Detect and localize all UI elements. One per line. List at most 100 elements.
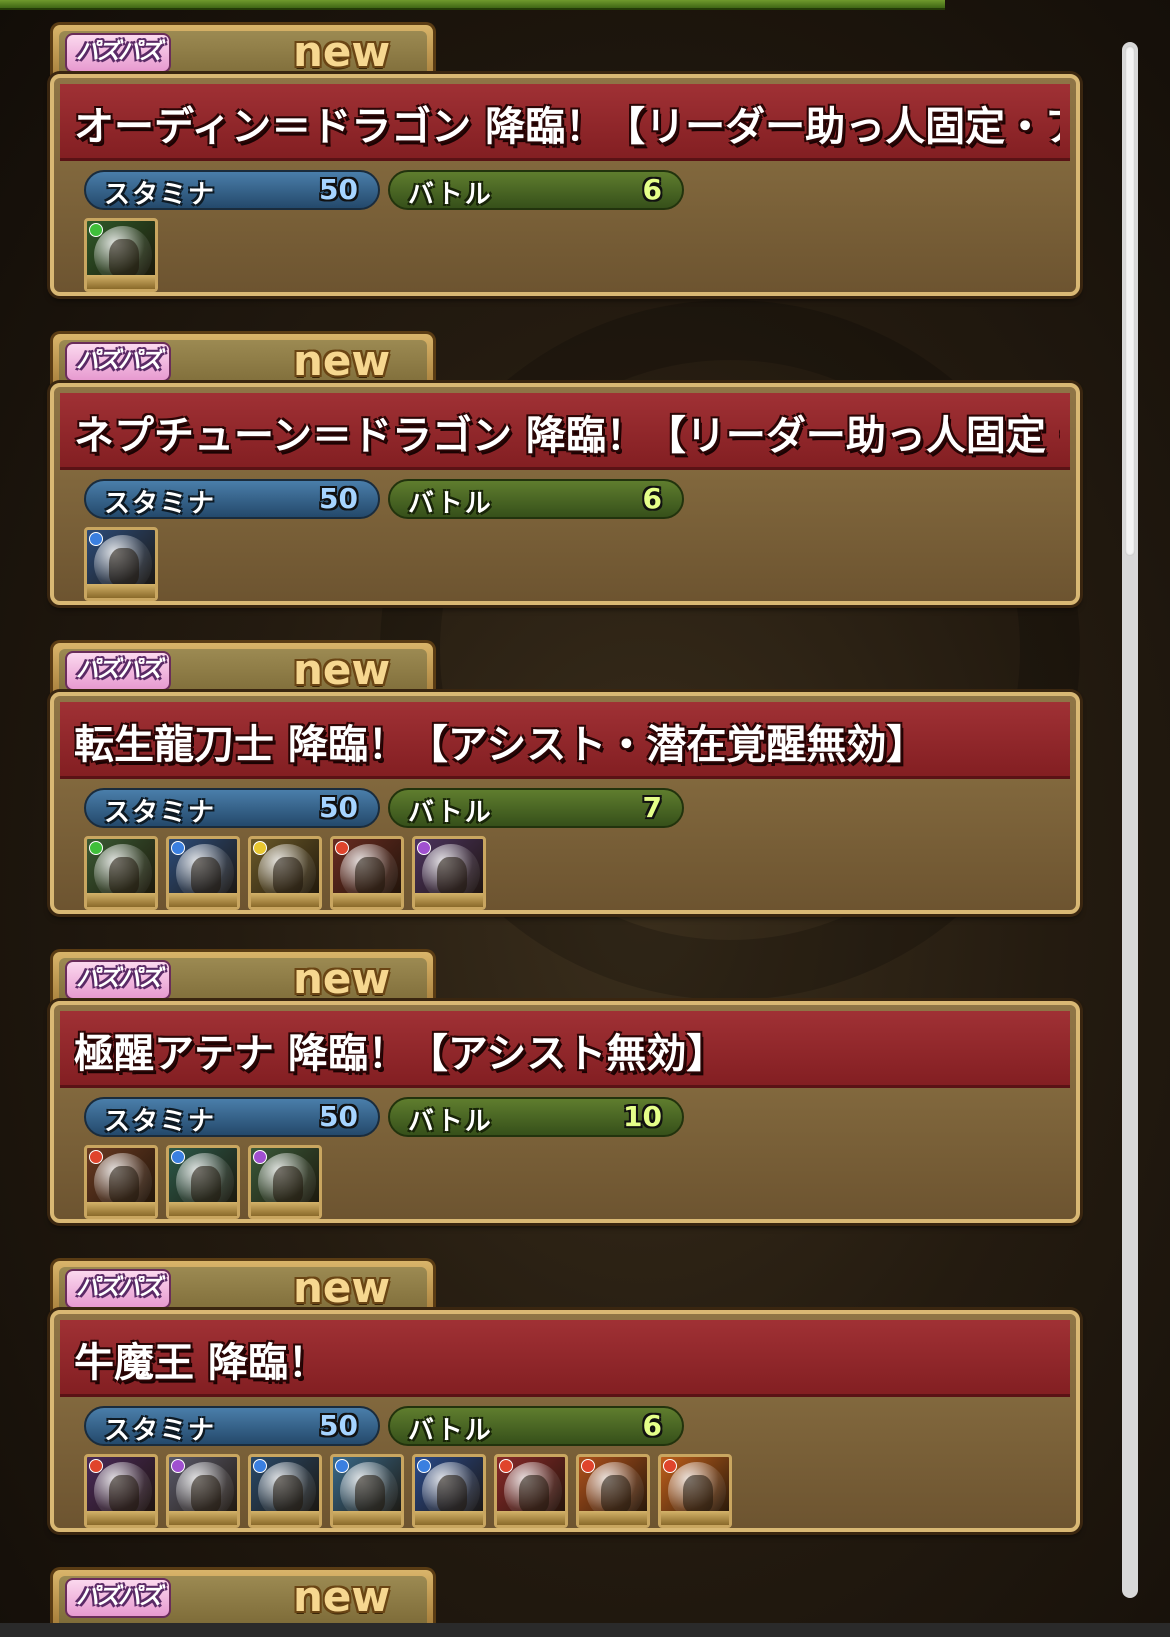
dungeon-panel[interactable]: 極醒アテナ 降臨！【アシスト無効】 スタミナ 50 バトル 10 xyxy=(50,1001,1080,1223)
blue-swordsman-icon[interactable] xyxy=(166,836,240,910)
monster-figure xyxy=(519,1475,549,1513)
monster-figure xyxy=(109,548,139,586)
dungeon-card[interactable]: パズパズ new 牛魔王 降臨！ スタミナ 50 バトル 6 xyxy=(50,1258,1080,1538)
attribute-orb-icon xyxy=(171,841,185,855)
attribute-orb-icon xyxy=(89,532,103,546)
dungeon-panel[interactable]: 牛魔王 降臨！ スタミナ 50 バトル 6 xyxy=(50,1310,1080,1532)
new-badge: new xyxy=(293,336,391,385)
blue-dragon-warrior-icon[interactable] xyxy=(248,1454,322,1528)
stamina-label: スタミナ xyxy=(104,489,217,519)
stamina-label: スタミナ xyxy=(104,1107,217,1137)
stamina-value: 50 xyxy=(319,482,358,515)
battle-value: 7 xyxy=(642,791,662,824)
icon-frame-base xyxy=(87,1202,155,1216)
new-badge: new xyxy=(293,1572,391,1621)
pazupazu-logo: パズパズ xyxy=(65,342,171,382)
monster-figure xyxy=(437,1475,467,1513)
battle-pill: バトル 10 xyxy=(388,1097,684,1137)
attribute-orb-icon xyxy=(417,841,431,855)
icon-frame-base xyxy=(87,275,155,289)
battle-label: バトル xyxy=(408,798,493,828)
icon-frame-base xyxy=(87,1511,155,1525)
icon-frame-base xyxy=(579,1511,647,1525)
red-swordsman-icon[interactable] xyxy=(330,836,404,910)
stamina-label: スタミナ xyxy=(104,1416,217,1446)
top-header-bar xyxy=(0,0,945,10)
dungeon-title: 牛魔王 降臨！ xyxy=(74,1340,328,1386)
dungeon-tab: パズパズ new xyxy=(50,22,436,80)
dungeon-list-screen: パズパズ new オーディン＝ドラゴン 降臨！【リーダー助っ人固定・アシスト無効… xyxy=(0,0,1170,1637)
icon-frame-base xyxy=(415,893,483,907)
dark-knight-icon[interactable] xyxy=(166,1454,240,1528)
light-swordsman-icon[interactable] xyxy=(248,836,322,910)
dungeon-panel[interactable]: ネプチューン＝ドラゴン 降臨！【リーダー助っ人固定・アシスト無効】 スタミナ 5… xyxy=(50,383,1080,605)
attribute-orb-icon xyxy=(663,1459,677,1473)
blue-evo-egg-icon[interactable] xyxy=(330,1454,404,1528)
blue-athena-icon[interactable] xyxy=(166,1145,240,1219)
monster-figure xyxy=(355,1475,385,1513)
red-girl-icon[interactable] xyxy=(494,1454,568,1528)
dungeon-panel[interactable]: 転生龍刀士 降臨！【アシスト・潜在覚醒無効】 スタミナ 50 バトル 7 xyxy=(50,692,1080,914)
battle-label: バトル xyxy=(408,1107,493,1137)
green-swordswoman-icon[interactable] xyxy=(84,836,158,910)
monster-figure xyxy=(109,1166,139,1204)
stamina-label: スタミナ xyxy=(104,180,217,210)
battle-label: バトル xyxy=(408,1416,493,1446)
red-evo-egg-icon[interactable] xyxy=(658,1454,732,1528)
blue-evo-egg-icon[interactable] xyxy=(412,1454,486,1528)
scrollbar[interactable] xyxy=(1122,42,1138,1598)
attribute-orb-icon xyxy=(89,1459,103,1473)
red-evo-egg-icon[interactable] xyxy=(576,1454,650,1528)
stamina-pill: スタミナ 50 xyxy=(84,170,380,210)
dungeon-title: 極醒アテナ 降臨！【アシスト無効】 xyxy=(74,1031,727,1077)
attribute-orb-icon xyxy=(417,1459,431,1473)
attribute-orb-icon xyxy=(171,1150,185,1164)
icon-frame-base xyxy=(251,1202,319,1216)
bottom-edge xyxy=(0,1623,1170,1637)
dungeon-card[interactable]: パズパズ new ネプチューン＝ドラゴン 降臨！【リーダー助っ人固定・アシスト無… xyxy=(50,331,1080,611)
icon-frame-base xyxy=(333,1511,401,1525)
dungeon-title-bar: オーディン＝ドラゴン 降臨！【リーダー助っ人固定・アシスト無効】 xyxy=(60,84,1070,161)
stamina-value: 50 xyxy=(319,791,358,824)
dark-swordswoman-icon[interactable] xyxy=(412,836,486,910)
dungeon-panel[interactable]: オーディン＝ドラゴン 降臨！【リーダー助っ人固定・アシスト無効】 スタミナ 50… xyxy=(50,74,1080,296)
new-badge: new xyxy=(293,645,391,694)
monster-figure xyxy=(273,1166,303,1204)
red-athena-icon[interactable] xyxy=(84,1145,158,1219)
dungeon-tab: パズパズ new xyxy=(50,949,436,1007)
attribute-orb-icon xyxy=(89,223,103,237)
dungeon-title-bar: ネプチューン＝ドラゴン 降臨！【リーダー助っ人固定・アシスト無効】 xyxy=(60,393,1070,470)
dungeon-title: ネプチューン＝ドラゴン 降臨！【リーダー助っ人固定・アシスト無効】 xyxy=(74,413,1060,459)
green-dragon-knight-icon[interactable] xyxy=(84,218,158,292)
stamina-value: 50 xyxy=(319,1409,358,1442)
icon-frame-base xyxy=(251,1511,319,1525)
dungeon-title-bar: 極醒アテナ 降臨！【アシスト無効】 xyxy=(60,1011,1070,1088)
icon-frame-base xyxy=(87,584,155,598)
battle-value: 6 xyxy=(642,482,662,515)
pazupazu-logo: パズパズ xyxy=(65,33,171,73)
dungeon-card[interactable]: パズパズ new オーディン＝ドラゴン 降臨！【リーダー助っ人固定・アシスト無効… xyxy=(50,22,1080,302)
attribute-orb-icon xyxy=(89,841,103,855)
dungeon-card[interactable]: パズパズ new 転生龍刀士 降臨！【アシスト・潜在覚醒無効】 スタミナ 50 … xyxy=(50,640,1080,920)
monster-figure xyxy=(601,1475,631,1513)
stamina-value: 50 xyxy=(319,173,358,206)
dungeon-tab: パズパズ new xyxy=(50,1258,436,1316)
dungeon-title-bar: 牛魔王 降臨！ xyxy=(60,1320,1070,1397)
scrollbar-thumb[interactable] xyxy=(1125,46,1135,556)
new-badge: new xyxy=(293,1263,391,1312)
icon-frame-base xyxy=(169,1511,237,1525)
attribute-orb-icon xyxy=(335,1459,349,1473)
pazupazu-logo: パズパズ xyxy=(65,651,171,691)
icon-frame-base xyxy=(497,1511,565,1525)
dungeon-title: 転生龍刀士 降臨！【アシスト・潜在覚醒無効】 xyxy=(74,722,927,768)
blue-dragon-icon[interactable] xyxy=(84,527,158,601)
attribute-orb-icon xyxy=(253,1150,267,1164)
stamina-pill: スタミナ 50 xyxy=(84,788,380,828)
red-demon-bull-icon[interactable] xyxy=(84,1454,158,1528)
attribute-orb-icon xyxy=(581,1459,595,1473)
battle-value: 10 xyxy=(623,1100,662,1133)
battle-label: バトル xyxy=(408,489,493,519)
dungeon-card[interactable]: パズパズ new 極醒アテナ 降臨！【アシスト無効】 スタミナ 50 バトル 1… xyxy=(50,949,1080,1229)
stamina-pill: スタミナ 50 xyxy=(84,1097,380,1137)
dark-athena-icon[interactable] xyxy=(248,1145,322,1219)
